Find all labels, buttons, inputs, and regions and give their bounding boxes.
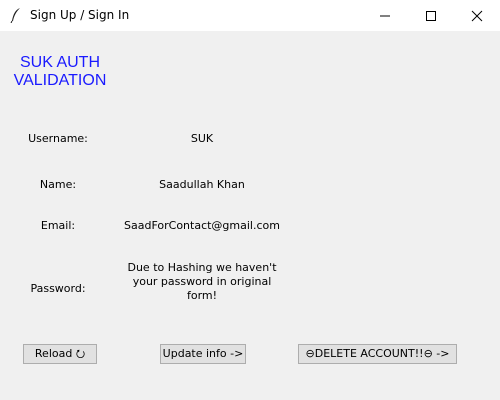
password-value: Due to Hashing we haven't your password … [127, 261, 277, 302]
username-value: SUK [190, 132, 214, 145]
reload-button[interactable]: Reload ⭮ [23, 344, 97, 364]
minimize-icon [380, 15, 390, 17]
feather-icon [9, 7, 23, 24]
name-value: Saadullah Khan [159, 178, 245, 191]
minimize-button[interactable] [362, 0, 408, 31]
update-info-button[interactable]: Update info -> [160, 344, 246, 364]
app-heading: SUK AUTH VALIDATION [10, 54, 110, 90]
close-button[interactable] [454, 0, 500, 31]
email-value: SaadForContact@gmail.com [124, 219, 280, 232]
close-icon [471, 10, 483, 22]
heading-text: SUK AUTH VALIDATION [13, 54, 107, 89]
maximize-icon [426, 11, 436, 21]
window-title: Sign Up / Sign In [30, 8, 130, 22]
app-window: Sign Up / Sign In SUK AUTH VALIDATION Us… [0, 0, 500, 400]
title-bar[interactable]: Sign Up / Sign In [0, 0, 500, 31]
password-label: Password: [30, 282, 86, 295]
maximize-button[interactable] [408, 0, 454, 31]
delete-account-button[interactable]: ⊖DELETE ACCOUNT!!⊖ -> [298, 344, 457, 364]
